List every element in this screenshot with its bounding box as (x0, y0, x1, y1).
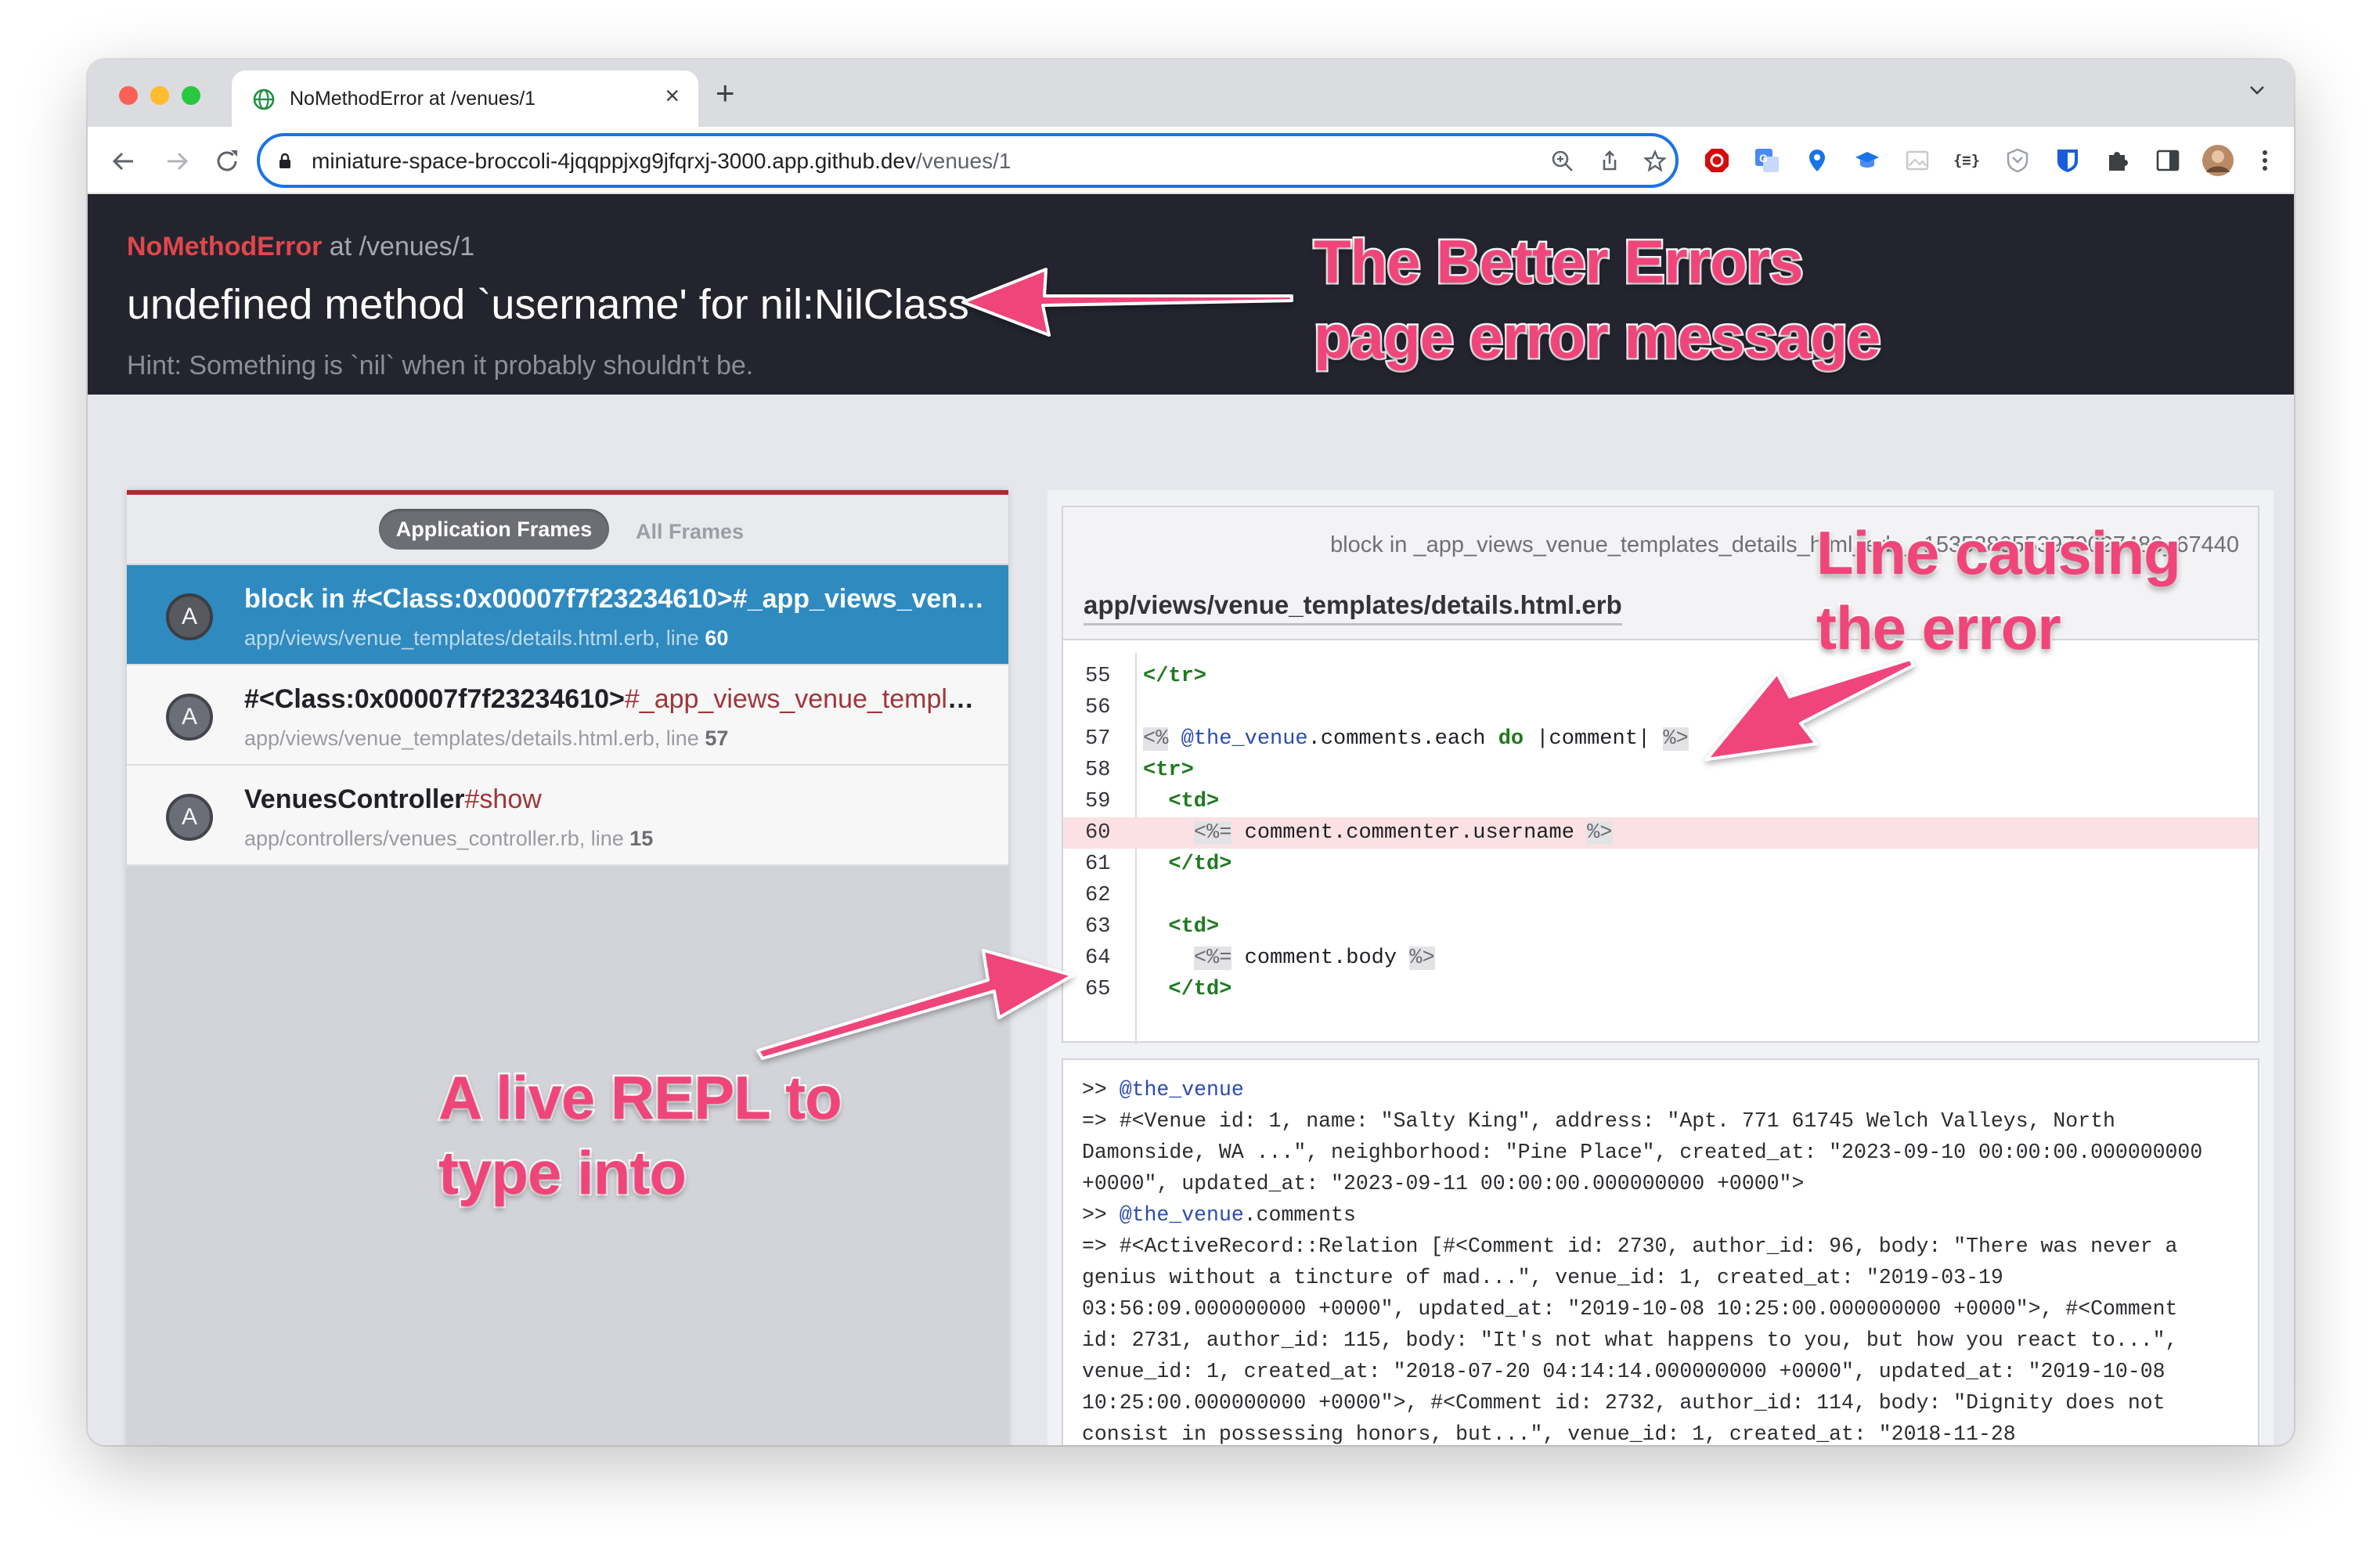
annotation-line: the error (1815, 592, 2064, 665)
annotation-line: page error message (1311, 301, 1882, 373)
annotation-line: The Better Errors (1311, 225, 1805, 298)
annotation-arrow-repl (756, 949, 1074, 1060)
annotation-line: A live REPL to (437, 1062, 845, 1134)
annotation-arrow-message (961, 268, 1293, 337)
annotation-arrows (756, 268, 1915, 1060)
annotation-better-errors: The Better Errors page error message (1311, 224, 1882, 374)
annotation-line-causing-error: Line causing the error (1815, 515, 2183, 665)
annotation-live-repl: A live REPL to type into (437, 1060, 845, 1210)
annotation-line: Line causing (1815, 517, 2183, 589)
annotation-arrow-line (1705, 658, 1915, 761)
annotation-line: type into (437, 1137, 689, 1210)
